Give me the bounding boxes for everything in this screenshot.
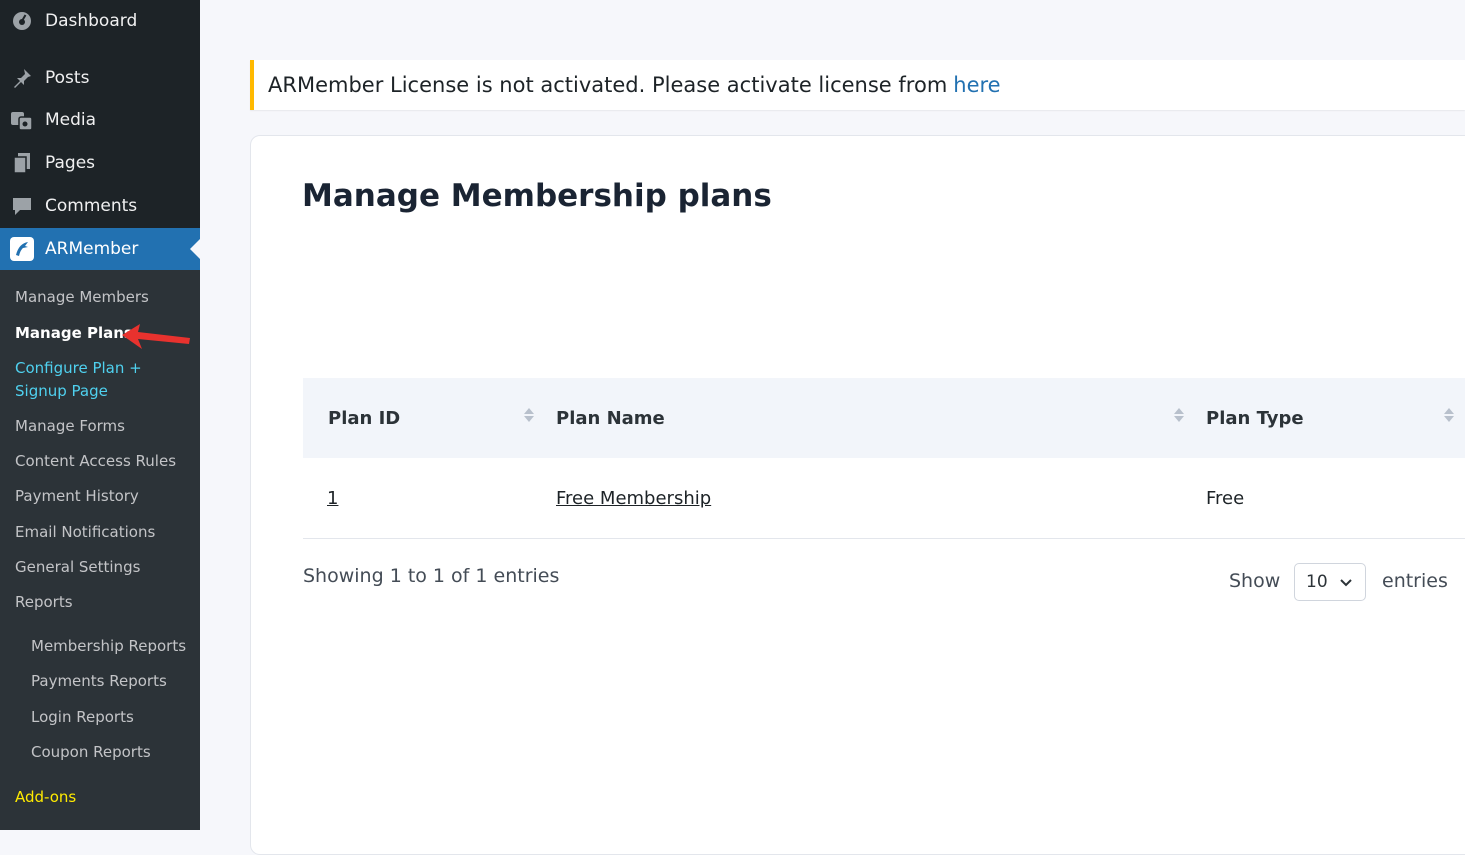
column-header-plan-name[interactable]: Plan Name: [556, 378, 665, 458]
plan-type-cell: Free: [1206, 487, 1245, 509]
submenu-content-access-rules[interactable]: Content Access Rules: [15, 450, 176, 473]
menu-media[interactable]: Media: [0, 99, 200, 141]
active-indicator: [190, 239, 200, 259]
pages-icon: [10, 151, 34, 175]
menu-pages[interactable]: Pages: [0, 142, 200, 184]
submenu-coupon-reports[interactable]: Coupon Reports: [31, 741, 151, 764]
entries-per-page-select[interactable]: 10: [1294, 563, 1366, 601]
comment-icon: [10, 194, 34, 218]
submenu-general-settings[interactable]: General Settings: [15, 556, 140, 579]
page-title: Manage Membership plans: [302, 178, 772, 214]
submenu-manage-members[interactable]: Manage Members: [15, 286, 149, 309]
menu-posts[interactable]: Posts: [0, 57, 200, 99]
submenu-membership-reports[interactable]: Membership Reports: [31, 635, 186, 658]
dashboard-icon: [10, 9, 34, 33]
submenu-add-ons[interactable]: Add-ons: [15, 786, 76, 809]
column-header-plan-id[interactable]: Plan ID: [328, 378, 400, 458]
red-arrow-annotation: [122, 324, 190, 349]
menu-dashboard[interactable]: Dashboard: [0, 0, 200, 42]
armember-icon: [10, 237, 34, 261]
submenu-email-notifications[interactable]: Email Notifications: [15, 521, 155, 544]
submenu-manage-forms[interactable]: Manage Forms: [15, 415, 125, 438]
submenu-signup-page[interactable]: Signup Page: [15, 380, 108, 403]
menu-label: Pages: [45, 153, 96, 173]
submenu-payment-history[interactable]: Payment History: [15, 485, 139, 508]
table-header-row: Plan ID Plan Name Plan Type: [303, 378, 1465, 458]
plan-id-link[interactable]: 1: [327, 458, 338, 538]
admin-sidebar: Dashboard Posts Media Pages Comments ARM…: [0, 0, 200, 830]
menu-label: Media: [45, 110, 97, 130]
submenu-configure-plan[interactable]: Configure Plan +: [15, 357, 142, 380]
pin-icon: [10, 66, 34, 90]
entries-label: entries: [1382, 570, 1448, 592]
notice-text: ARMember License is not activated. Pleas…: [268, 73, 948, 97]
column-header-plan-type[interactable]: Plan Type: [1206, 378, 1304, 458]
notice-here-link[interactable]: here: [953, 73, 1000, 97]
showing-info: Showing 1 to 1 of 1 entries: [303, 565, 560, 587]
media-icon: [10, 108, 34, 132]
row-divider: [303, 538, 1465, 539]
sort-icon[interactable]: [1444, 408, 1454, 424]
license-notice: ARMember License is not activated. Pleas…: [250, 60, 1465, 110]
sort-icon[interactable]: [1174, 408, 1184, 424]
menu-label: Dashboard: [45, 11, 138, 31]
content-panel: [250, 135, 1465, 855]
submenu-payments-reports[interactable]: Payments Reports: [31, 670, 167, 693]
submenu-reports[interactable]: Reports: [15, 591, 73, 614]
entries-select-value: 10: [1306, 572, 1328, 592]
menu-label: Posts: [45, 68, 90, 88]
show-label: Show: [1229, 570, 1281, 592]
plan-name-link[interactable]: Free Membership: [556, 458, 711, 538]
submenu-manage-plans[interactable]: Manage Plans: [15, 322, 133, 345]
menu-comments[interactable]: Comments: [0, 185, 200, 227]
menu-label: ARMember: [45, 239, 139, 259]
submenu-login-reports[interactable]: Login Reports: [31, 706, 134, 729]
menu-armember[interactable]: ARMember: [0, 228, 200, 270]
menu-label: Comments: [45, 196, 138, 216]
sort-icon[interactable]: [524, 408, 534, 424]
chevron-down-icon: [1340, 579, 1352, 587]
